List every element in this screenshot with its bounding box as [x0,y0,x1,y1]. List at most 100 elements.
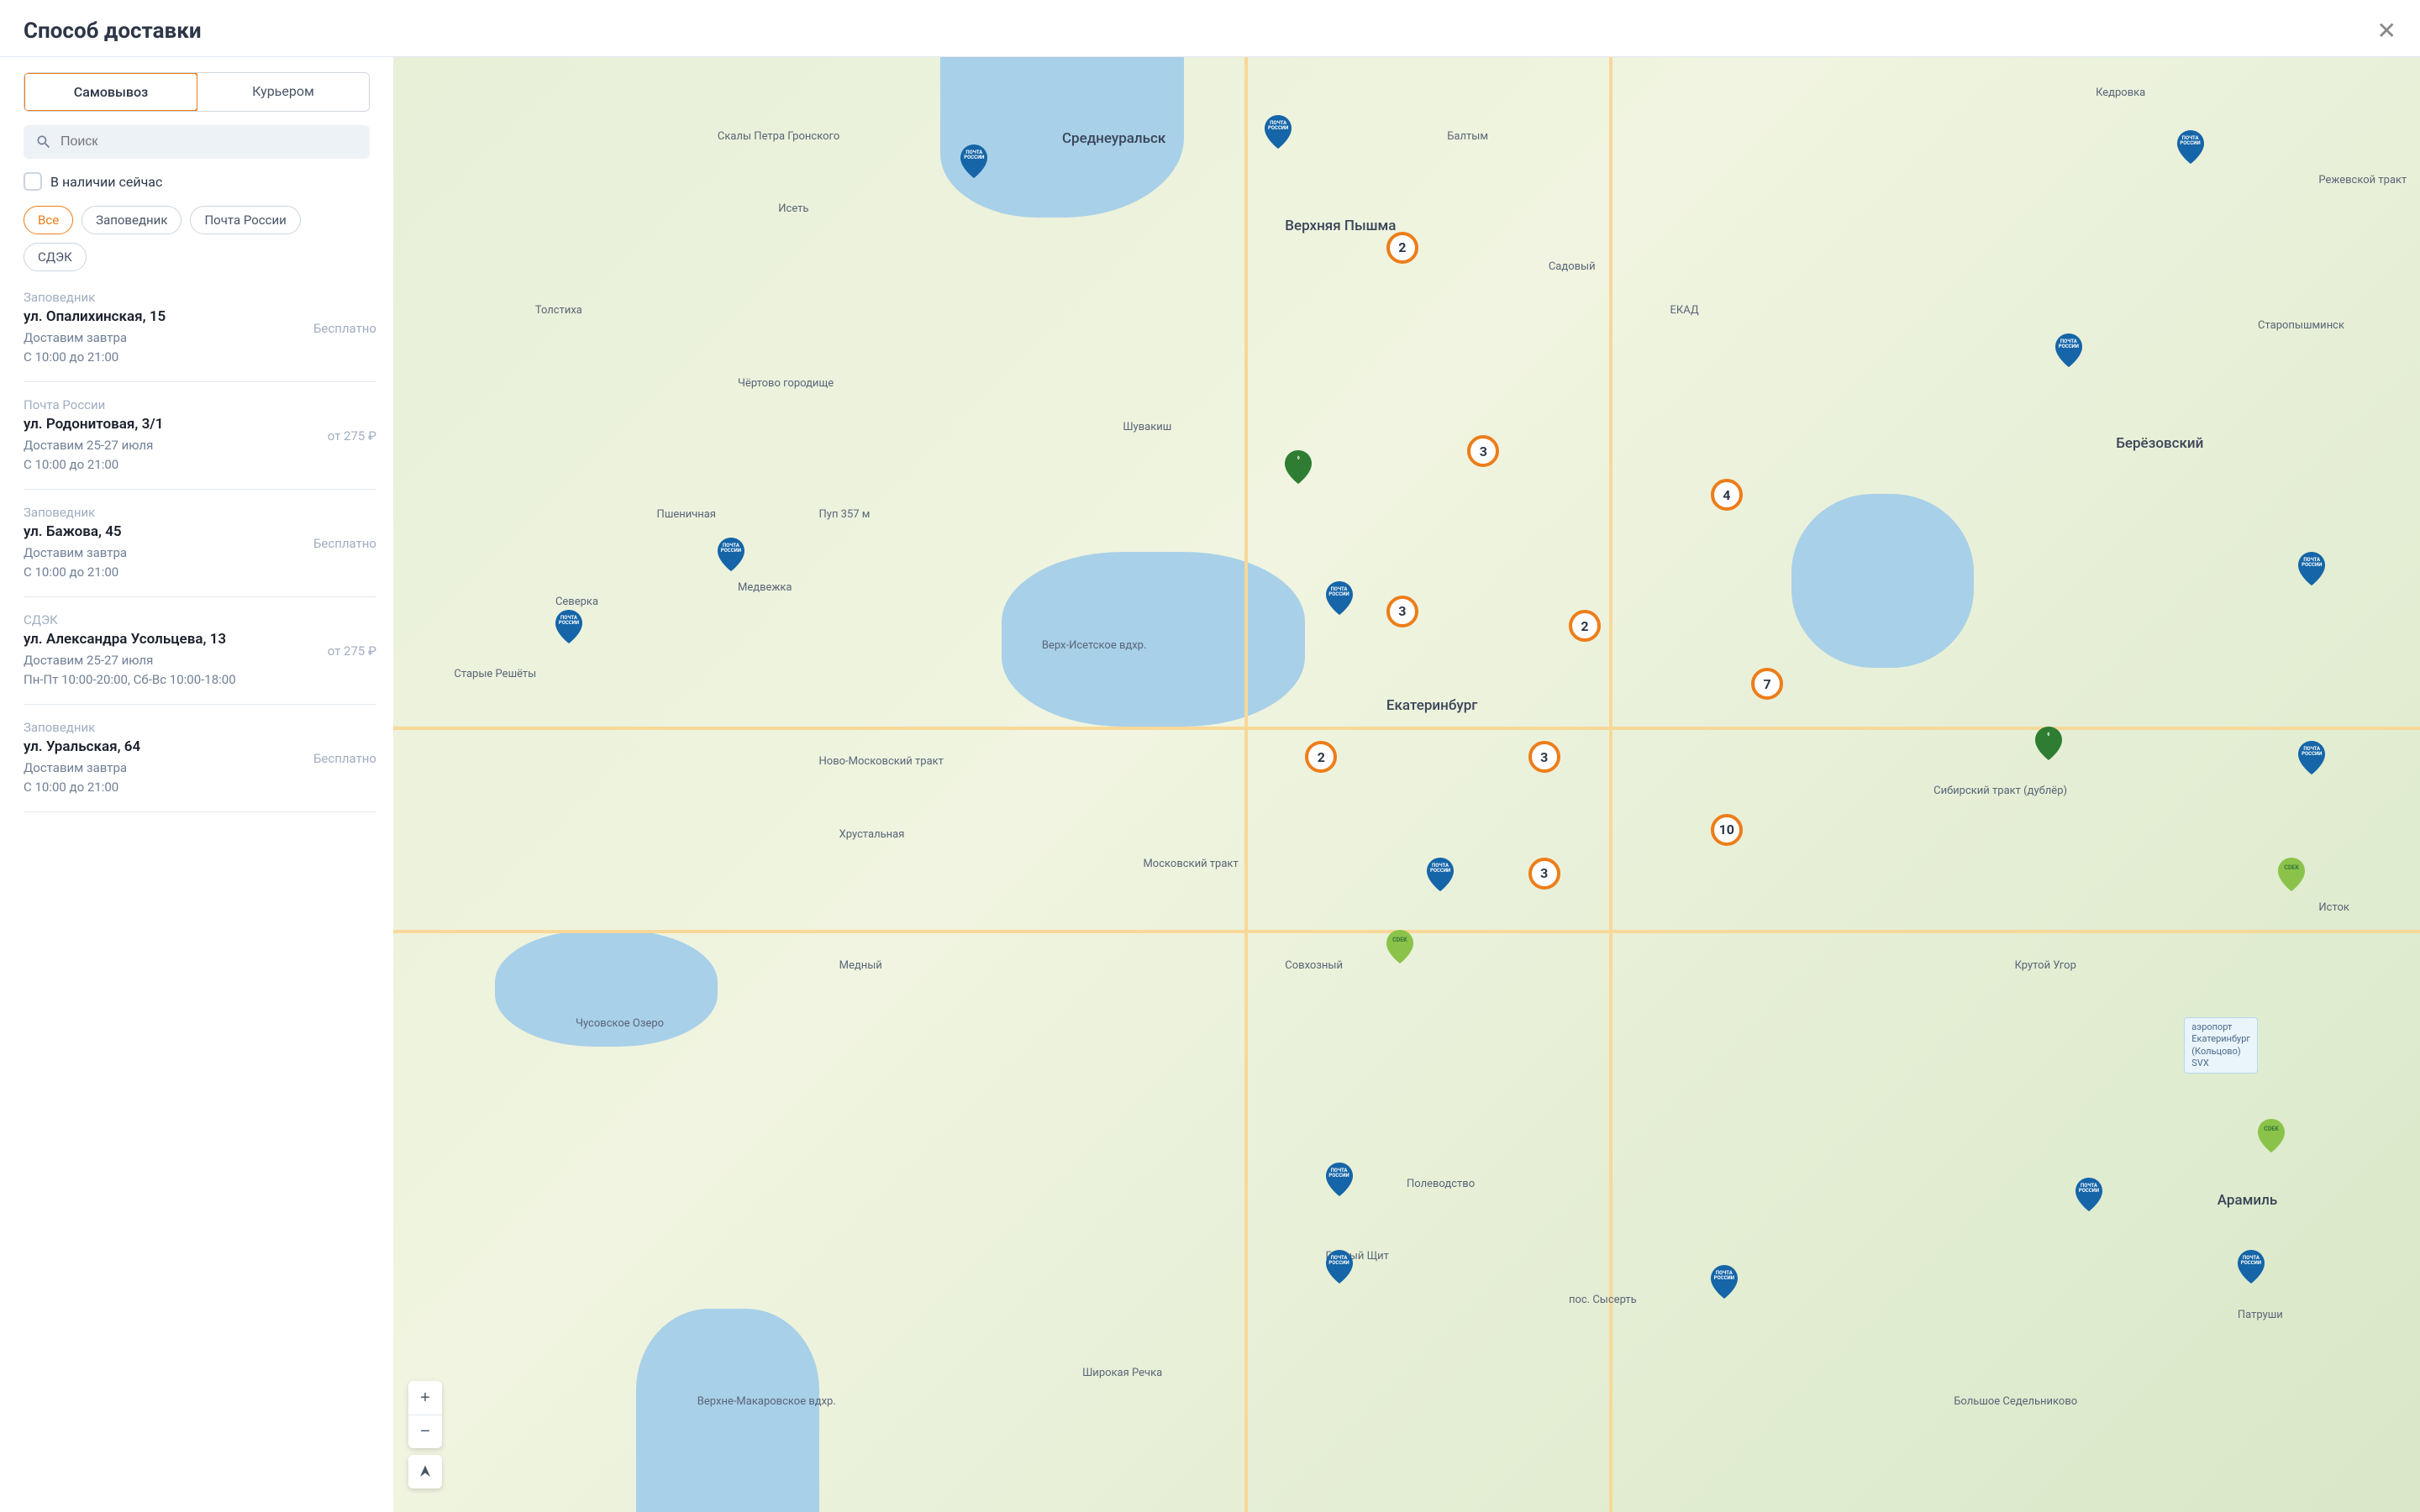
item-delivery: Доставим завтра [24,328,305,348]
pin-label: CDEK [1392,937,1407,943]
filter-0[interactable]: Все [24,206,73,234]
map[interactable]: СреднеуральскКедровкаБалтымВерхняя Пышма… [393,57,2420,1512]
map-controls: + − [408,1381,442,1488]
in-stock-label: В наличии сейчас [50,174,162,190]
tab-pickup[interactable]: Самовывоз [24,72,198,112]
pin-label: ПОЧТА РОССИИ [559,616,579,626]
modal-title: Способ доставки [24,18,202,44]
map-place-label: Чёртово городище [738,377,834,390]
map-pin-post[interactable]: ПОЧТА РОССИИ [1427,858,1454,891]
map-place-label: Ново-Московский тракт [819,755,944,768]
map-place-label: Большое Седельниково [1954,1395,2077,1408]
map-place-label: Арамиль [2217,1192,2277,1209]
item-price: от 275 ₽ [328,428,376,444]
map-cluster[interactable]: 10 [1711,814,1743,846]
map-pin-cdek[interactable]: CDEK [1386,930,1413,963]
item-hours: С 10:00 до 21:00 [24,348,305,367]
map-pin-cdek[interactable]: CDEK [2278,858,2305,891]
item-delivery: Доставим 25-27 июля [24,651,319,670]
map-pin-post[interactable]: ПОЧТА РОССИИ [960,144,987,178]
map-place-label: Сибирский тракт (дублёр) [1933,785,2067,797]
map-cluster[interactable]: 3 [1528,741,1560,773]
map-pin-post[interactable]: ПОЧТА РОССИИ [1326,581,1353,615]
pin-label: ПОЧТА РОССИИ [2302,558,2322,568]
map-pin-post[interactable]: ПОЧТА РОССИИ [2298,741,2325,774]
list-item[interactable]: Заповедник ул. Опалихинская, 15 Доставим… [24,278,376,382]
pin-label: ПОЧТА РОССИИ [2079,1184,2099,1194]
map-place-label: Патруши [2238,1309,2283,1321]
map-pin-cdek[interactable]: CDEK [2258,1119,2285,1152]
search-input[interactable] [60,134,358,150]
pin-label: ПОЧТА РОССИИ [1268,121,1288,131]
pickup-list[interactable]: Заповедник ул. Опалихинская, 15 Доставим… [24,278,387,1512]
map-pin-post[interactable]: ПОЧТА РОССИИ [2177,130,2204,164]
map-place-label: Московский тракт [1143,858,1238,870]
map-pin-post[interactable]: ПОЧТА РОССИИ [1326,1163,1353,1196]
pin-label: ПОЧТА РОССИИ [964,150,984,160]
pin-label: ПОЧТА РОССИИ [1328,1256,1349,1266]
map-place-label: Северка [555,596,598,608]
filter-1[interactable]: Заповедник [82,206,182,234]
filter-2[interactable]: Почта России [190,206,300,234]
map-pin-post[interactable]: ПОЧТА РОССИИ [1711,1265,1738,1299]
map-pin-post[interactable]: ПОЧТА РОССИИ [718,538,744,571]
item-provider: Заповедник [24,505,305,520]
filter-3[interactable]: СДЭК [24,243,87,271]
map-place-label: Совхозный [1285,959,1343,972]
map-pin-post[interactable]: ПОЧТА РОССИИ [2075,1178,2102,1211]
sidebar: Самовывоз Курьером В наличии сейчас Все З… [0,57,393,1512]
map-place-label: Режевской тракт [2318,174,2407,186]
map-pin-post[interactable]: ПОЧТА РОССИИ [1326,1250,1353,1284]
map-place-label: Чусовское Озеро [576,1017,664,1030]
map-place-label: Скалы Петра Гронского [718,130,839,143]
map-place-label: Широкая Речка [1082,1367,1162,1379]
map-place-label: Садовый [1549,260,1596,273]
zoom-out-button[interactable]: − [408,1415,442,1448]
map-cluster[interactable]: 4 [1711,479,1743,511]
pin-label: ПОЧТА РОССИИ [2302,747,2322,757]
item-address: ул. Опалихинская, 15 [24,308,305,325]
map-place-label: пос. Сысерть [1569,1294,1637,1306]
map-pin-post[interactable]: ПОЧТА РОССИИ [2298,552,2325,585]
item-price: от 275 ₽ [328,643,376,659]
item-address: ул. Родонитовая, 3/1 [24,416,319,433]
item-provider: Почта России [24,397,319,412]
item-delivery: Доставим завтра [24,759,305,778]
locate-button[interactable] [408,1455,442,1488]
pin-label: ПОЧТА РОССИИ [2059,339,2079,349]
list-item[interactable]: Заповедник ул. Бажова, 45 Доставим завтр… [24,490,376,597]
search-icon [35,134,52,150]
in-stock-checkbox[interactable] [24,172,42,191]
map-place-label: ЕКАД [1670,304,1699,317]
map-cluster[interactable]: 2 [1386,232,1418,264]
list-item[interactable]: СДЭК ул. Александра Усольцева, 13 Достав… [24,597,376,705]
close-button[interactable]: ✕ [2377,17,2396,45]
map-place-label: Исток [2318,901,2349,914]
tab-courier[interactable]: Курьером [197,73,369,111]
pin-label: ◊ [2047,732,2049,738]
item-delivery: Доставим 25-27 июля [24,436,319,455]
map-pin-zap[interactable]: ◊ [2035,727,2062,760]
map-pin-zap[interactable]: ◊ [1285,450,1312,484]
item-hours: С 10:00 до 21:00 [24,778,305,797]
map-pin-post[interactable]: ПОЧТА РОССИИ [2238,1250,2265,1284]
map-pin-post[interactable]: ПОЧТА РОССИИ [2055,333,2082,367]
search-box[interactable] [24,125,370,159]
item-address: ул. Бажова, 45 [24,523,305,540]
map-cluster[interactable]: 2 [1569,610,1601,642]
item-hours: С 10:00 до 21:00 [24,455,319,475]
list-item[interactable]: Почта России ул. Родонитовая, 3/1 Достав… [24,382,376,490]
map-cluster[interactable]: 3 [1386,596,1418,627]
list-item[interactable]: Заповедник ул. Уральская, 64 Доставим за… [24,705,376,812]
pin-label: ПОЧТА РОССИИ [1430,864,1450,874]
map-place-label: Медный [839,959,882,972]
map-place-label: Верх-Исетское вдхр. [1042,639,1147,652]
zoom-in-button[interactable]: + [408,1381,442,1415]
item-hours: С 10:00 до 21:00 [24,563,305,582]
map-cluster[interactable]: 3 [1528,858,1560,890]
map-pin-post[interactable]: ПОЧТА РОССИИ [1265,115,1292,149]
map-place-label: Исеть [778,202,808,215]
item-provider: СДЭК [24,612,319,627]
map-pin-post[interactable]: ПОЧТА РОССИИ [555,610,582,643]
pin-label: ПОЧТА РОССИИ [1714,1271,1734,1281]
